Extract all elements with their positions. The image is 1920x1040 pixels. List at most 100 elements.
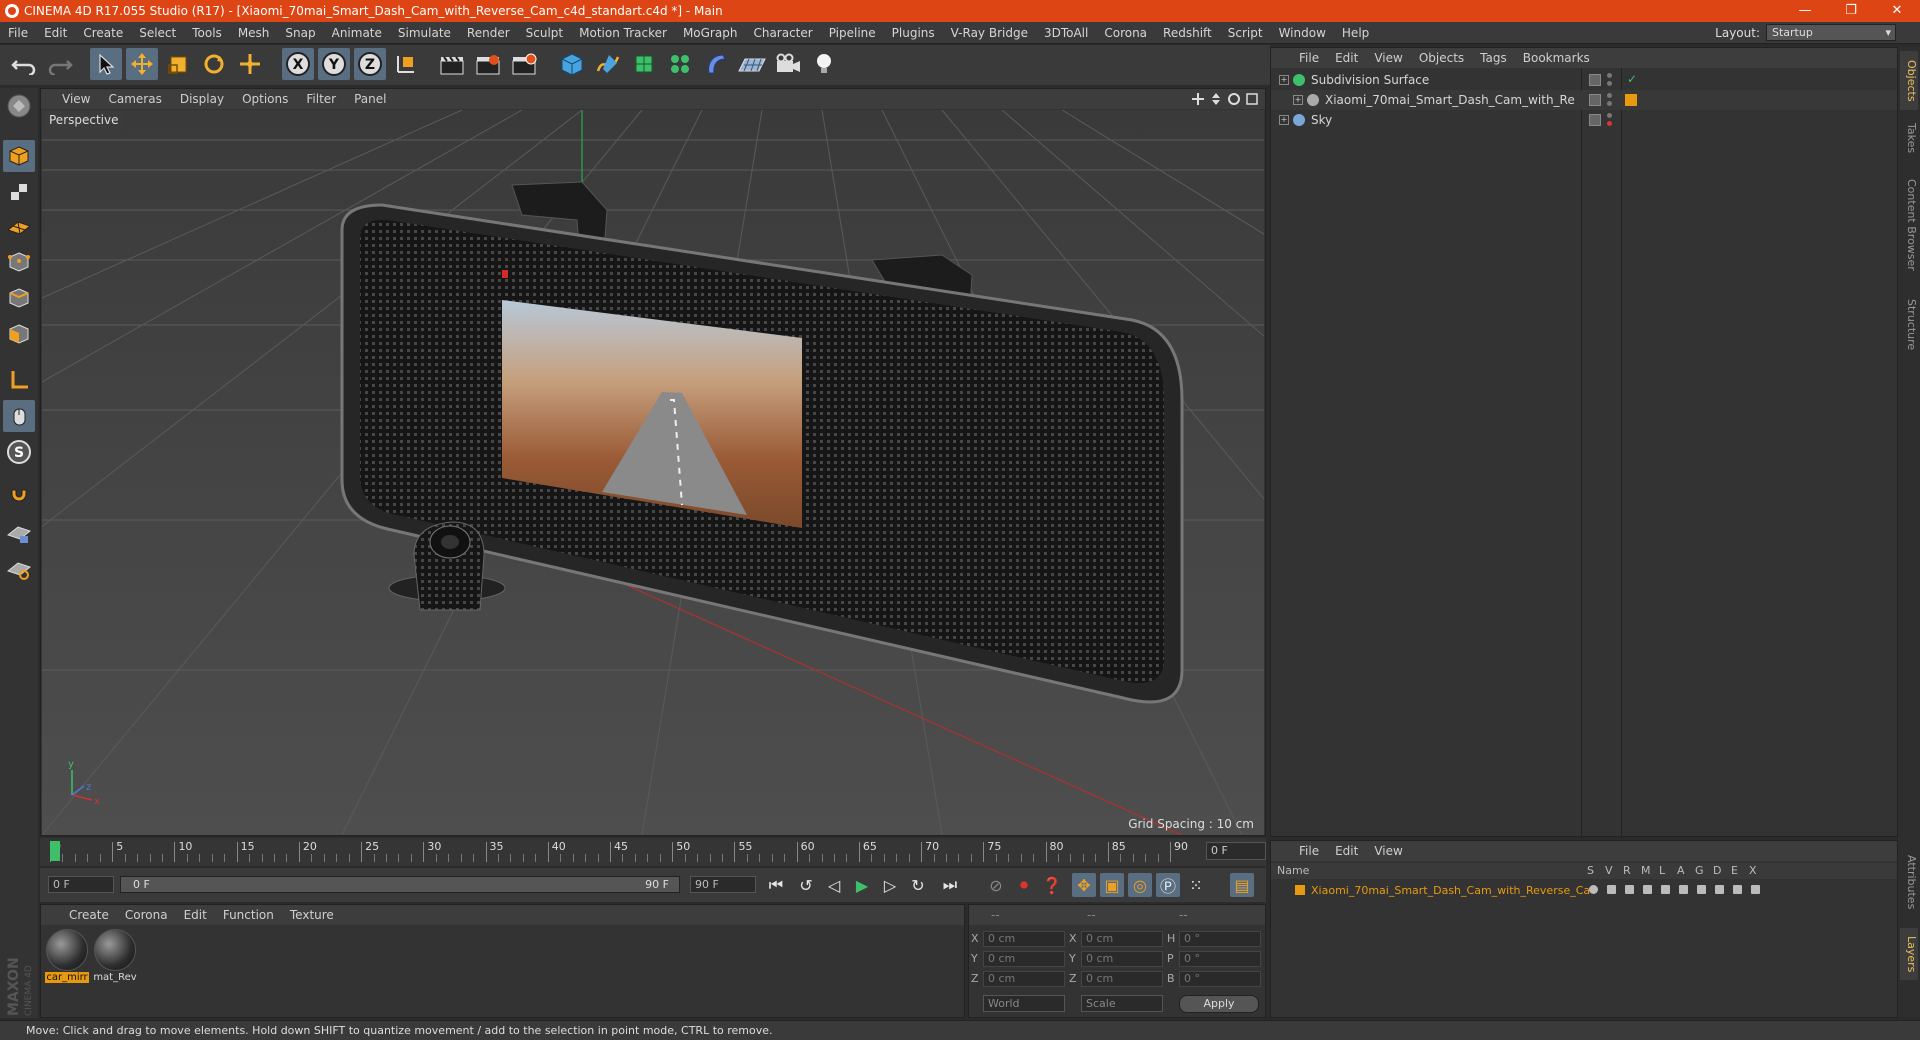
previous-frame-button[interactable]: ◁ (822, 873, 846, 897)
rotation-key-button[interactable]: ◎ (1128, 873, 1152, 897)
side-tab-takes[interactable]: Takes (1900, 116, 1918, 161)
coord-value-field[interactable]: 0 cm (983, 951, 1065, 967)
tree-expand-icon[interactable]: + (1293, 95, 1303, 105)
layer-column-a[interactable]: A (1677, 864, 1685, 877)
z-axis-lock-button[interactable]: Z (354, 48, 386, 80)
layer-menu-edit[interactable]: Edit (1327, 844, 1366, 858)
render-to-picture-viewer-button[interactable] (472, 48, 504, 80)
render-visibility-dot[interactable] (1607, 121, 1612, 126)
layer-toggle-icon[interactable] (1643, 885, 1652, 894)
viewport-menu-options[interactable]: Options (233, 92, 297, 106)
texture-mode-button[interactable] (3, 176, 35, 208)
menu-mesh[interactable]: Mesh (230, 26, 278, 40)
parameter-key-button[interactable]: Ⓟ (1156, 873, 1180, 897)
layer-toggle-icon[interactable] (1589, 885, 1598, 894)
layer-column-l[interactable]: L (1659, 864, 1665, 877)
coord-value-field[interactable]: 0 cm (1081, 931, 1163, 947)
material-menu-create[interactable]: Create (61, 908, 117, 922)
layer-menu-view[interactable]: View (1366, 844, 1410, 858)
layer-toggle-icon[interactable] (1607, 885, 1616, 894)
model-mode-button[interactable] (3, 140, 35, 172)
snapping-button[interactable]: S (3, 436, 35, 468)
timeline-window-button[interactable]: ▤ (1230, 873, 1254, 897)
editor-visibility-dot[interactable] (1607, 73, 1612, 78)
redo-button[interactable] (44, 48, 76, 80)
menu-pipeline[interactable]: Pipeline (821, 26, 884, 40)
current-frame-field[interactable]: 0 F (1206, 842, 1266, 860)
viewport-menu-cameras[interactable]: Cameras (99, 92, 170, 106)
layer-toggle-icon[interactable] (1679, 885, 1688, 894)
play-button[interactable]: ▶ (850, 873, 874, 897)
rotate-tool-button[interactable] (198, 48, 230, 80)
menu-tools[interactable]: Tools (184, 26, 230, 40)
layer-row[interactable]: Xiaomi_70mai_Smart_Dash_Cam_with_Reverse… (1271, 881, 1897, 899)
menu-select[interactable]: Select (131, 26, 184, 40)
x-axis-lock-button[interactable]: X (282, 48, 314, 80)
menu-script[interactable]: Script (1220, 26, 1271, 40)
enabled-check-icon[interactable]: ✓ (1627, 72, 1637, 86)
add-nurbs-button[interactable] (628, 48, 660, 80)
menu-render[interactable]: Render (459, 26, 518, 40)
object-visibility-icon[interactable] (1589, 94, 1601, 106)
make-editable-button[interactable] (3, 90, 35, 122)
menu-redshift[interactable]: Redshift (1155, 26, 1220, 40)
object-menu-tags[interactable]: Tags (1472, 51, 1515, 65)
point-level-key-button[interactable]: ⁙ (1184, 873, 1208, 897)
tree-expand-icon[interactable]: + (1279, 115, 1289, 125)
add-mograph-button[interactable] (664, 48, 696, 80)
render-visibility-dot[interactable] (1607, 101, 1612, 106)
menu-v-ray-bridge[interactable]: V-Ray Bridge (943, 26, 1036, 40)
start-frame-field[interactable]: 0 F (48, 876, 114, 893)
next-key-button[interactable]: ↻ (906, 873, 930, 897)
layer-column-v[interactable]: V (1605, 864, 1613, 877)
layer-color-tag[interactable] (1625, 94, 1637, 106)
maximize-view-icon[interactable] (1245, 92, 1259, 106)
add-cube-button[interactable] (556, 48, 588, 80)
object-menu-view[interactable]: View (1366, 51, 1410, 65)
side-tab-structure[interactable]: Structure (1900, 288, 1918, 361)
material-menu-texture[interactable]: Texture (282, 908, 342, 922)
object-menu-edit[interactable]: Edit (1327, 51, 1366, 65)
previous-key-button[interactable]: ↺ (794, 873, 818, 897)
edges-mode-button[interactable] (3, 282, 35, 314)
apply-button[interactable]: Apply (1179, 995, 1259, 1013)
autokeying-button[interactable]: ⏺ (1012, 873, 1036, 897)
viewport-canvas[interactable]: y z x Perspective Grid Spacing : 10 cm (42, 110, 1264, 835)
menu-3dtoall[interactable]: 3DToAll (1036, 26, 1096, 40)
object-row[interactable]: + Xiaomi_70mai_Smart_Dash_Cam_with_Revers… (1271, 90, 1897, 110)
add-camera-button[interactable] (772, 48, 804, 80)
coord-value-field[interactable]: 0 ° (1179, 951, 1261, 967)
render-visibility-dot[interactable] (1607, 81, 1612, 86)
object-menu-file[interactable]: File (1291, 51, 1327, 65)
coordinate-space-dropdown[interactable]: World (983, 995, 1065, 1012)
undo-button[interactable] (8, 48, 40, 80)
object-menu-bookmarks[interactable]: Bookmarks (1515, 51, 1598, 65)
workplane-mode-button[interactable] (3, 210, 35, 242)
object-row[interactable]: + Subdivision Surface ✓ (1271, 70, 1897, 90)
side-tab-attributes[interactable]: Attributes (1900, 842, 1918, 922)
layer-column-d[interactable]: D (1713, 864, 1721, 877)
go-to-end-button[interactable]: ⏭ (938, 873, 962, 897)
rotate-view-icon[interactable] (1227, 92, 1241, 106)
menu-help[interactable]: Help (1334, 26, 1377, 40)
material-menu-corona[interactable]: Corona (117, 908, 176, 922)
go-to-start-button[interactable]: ⏮ (764, 873, 788, 897)
record-keys-button[interactable]: ⊘ (984, 873, 1008, 897)
axis-mode-button[interactable] (3, 364, 35, 396)
scale-tool-button[interactable] (162, 48, 194, 80)
end-frame-field[interactable]: 90 F (690, 876, 756, 893)
viewport-menu-view[interactable]: View (53, 92, 99, 106)
size-mode-dropdown[interactable]: Scale (1081, 995, 1163, 1012)
menu-sculpt[interactable]: Sculpt (518, 26, 571, 40)
menu-character[interactable]: Character (745, 26, 820, 40)
add-light-button[interactable] (808, 48, 840, 80)
material-item[interactable]: mat_Rev (93, 929, 137, 987)
next-frame-button[interactable]: ▷ (878, 873, 902, 897)
material-menu-edit[interactable]: Edit (176, 908, 215, 922)
object-visibility-icon[interactable] (1589, 74, 1601, 86)
menu-create[interactable]: Create (75, 26, 131, 40)
layer-column-e[interactable]: E (1731, 864, 1738, 877)
add-spline-button[interactable] (592, 48, 624, 80)
material-item[interactable]: car_mirr (45, 929, 89, 987)
pan-view-icon[interactable] (1191, 92, 1205, 106)
